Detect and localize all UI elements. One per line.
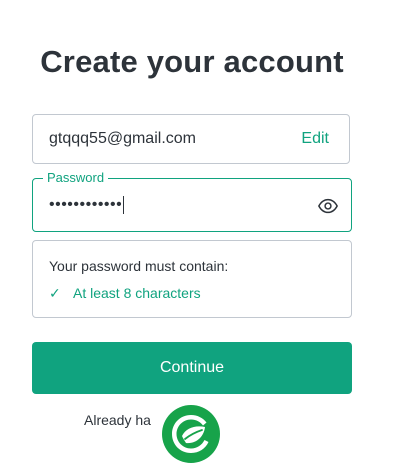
checkmark-icon: ✓	[49, 285, 61, 301]
eye-icon[interactable]	[317, 195, 339, 217]
leaf-logo-icon	[160, 403, 222, 465]
continue-button[interactable]: Continue	[32, 342, 352, 394]
email-field: gtqqq55@gmail.com Edit	[32, 114, 350, 164]
requirement-label: At least 8 characters	[73, 285, 201, 301]
signup-page: Create your account gtqqq55@gmail.com Ed…	[0, 0, 404, 472]
page-title: Create your account	[40, 44, 344, 79]
password-input[interactable]: ••••••••••••	[49, 195, 125, 215]
requirement-item: ✓ At least 8 characters	[49, 285, 201, 302]
text-caret	[123, 195, 125, 214]
requirements-title: Your password must contain:	[49, 258, 229, 274]
edit-email-link[interactable]: Edit	[301, 130, 329, 148]
password-field[interactable]: Password ••••••••••••	[32, 170, 352, 232]
password-label: Password	[43, 170, 109, 185]
email-value: gtqqq55@gmail.com	[49, 130, 196, 147]
password-requirements: Your password must contain: ✓ At least 8 …	[32, 240, 352, 318]
login-prompt: Already ha	[84, 412, 151, 428]
password-masked-value: ••••••••••••	[49, 196, 123, 213]
